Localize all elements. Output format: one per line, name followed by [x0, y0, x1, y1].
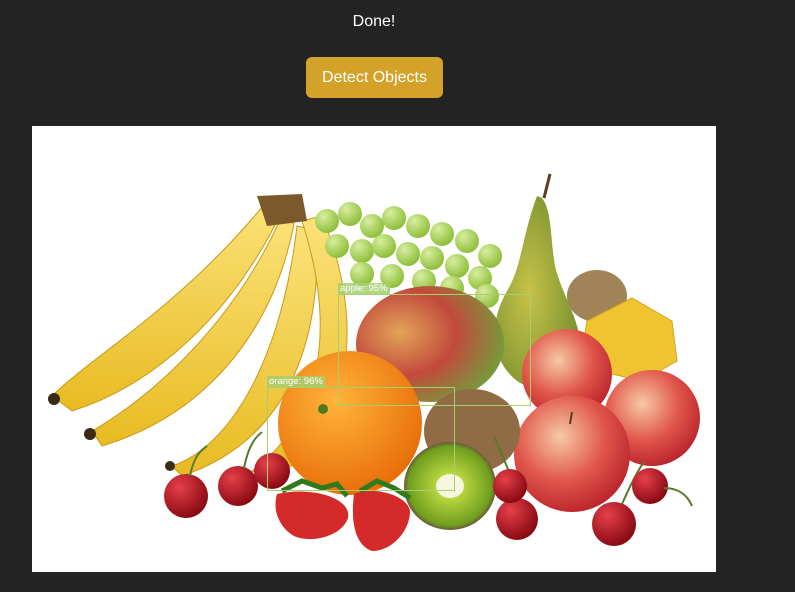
detection-label-orange: orange: 96%	[267, 376, 325, 388]
strawberries	[275, 478, 412, 551]
detection-box-orange: orange: 96%	[267, 376, 455, 491]
status-text: Done!	[352, 13, 396, 30]
detection-label-apple: apple: 95%	[338, 283, 390, 295]
detect-objects-button[interactable]: Detect Objects	[306, 57, 443, 98]
fruit-image: apple: 95% orange: 96%	[32, 126, 716, 572]
